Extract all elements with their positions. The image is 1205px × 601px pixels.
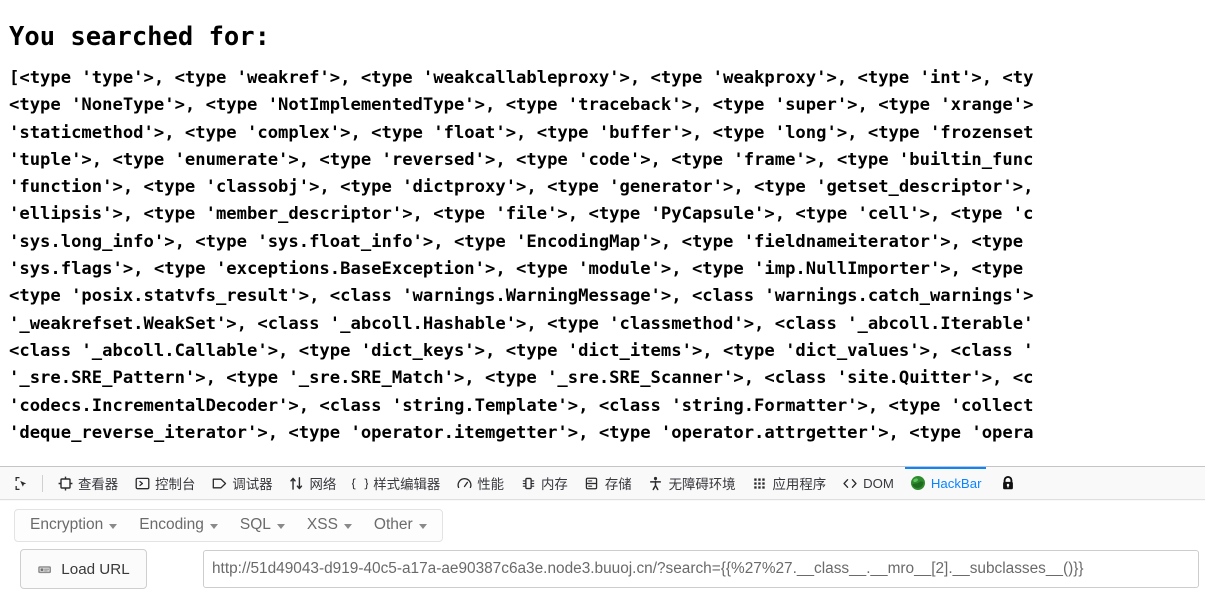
memory-icon: [520, 475, 536, 491]
performance-icon: [456, 475, 472, 491]
devtools-panel: 查看器 控制台 调试器 网络 样式编辑器 性能 内存 存储 无障碍环境 应用程序…: [0, 466, 1205, 601]
chevron-down-icon: [209, 523, 218, 529]
browser-window: You searched for: [<type 'type'>, <type …: [0, 0, 1205, 601]
chevron-down-icon: [418, 523, 427, 529]
tab-inspector-label: 查看器: [78, 478, 119, 493]
tab-hackbar[interactable]: HackBar: [902, 467, 990, 499]
hackbar-menu-row: Encryption Encoding SQL XSS Other: [0, 501, 1205, 543]
console-icon: [134, 475, 150, 491]
chevron-down-icon: [276, 523, 285, 529]
menu-encoding[interactable]: Encoding: [128, 511, 229, 540]
search-results-text: [<type 'type'>, <type 'weakref'>, <type …: [9, 68, 1034, 443]
inspector-icon: [57, 475, 73, 491]
hackbar-menu-group: Encryption Encoding SQL XSS Other: [14, 508, 443, 542]
chevron-down-icon: [343, 523, 352, 529]
menu-encryption-label: Encryption: [30, 516, 104, 533]
tab-application[interactable]: 应用程序: [744, 467, 835, 499]
lock-button[interactable]: [995, 470, 1021, 496]
page-content-area: You searched for: [<type 'type'>, <type …: [0, 0, 1205, 466]
menu-xss[interactable]: XSS: [296, 511, 363, 540]
menu-sql-label: SQL: [239, 516, 271, 533]
tab-performance-label: 性能: [477, 478, 505, 493]
svg-text:{ }: { }: [352, 477, 368, 490]
tab-network[interactable]: 网络: [281, 467, 345, 499]
element-picker-button[interactable]: [8, 469, 36, 497]
menu-other[interactable]: Other: [363, 511, 438, 540]
menu-encryption[interactable]: Encryption: [19, 511, 128, 540]
load-url-label: Load URL: [61, 560, 130, 578]
menu-xss-label: XSS: [306, 516, 338, 533]
tab-style-editor-label: 样式编辑器: [373, 478, 441, 493]
tab-console-label: 控制台: [155, 478, 196, 493]
tab-storage-label: 存储: [604, 478, 632, 493]
tab-performance[interactable]: 性能: [448, 467, 512, 499]
tab-network-label: 网络: [309, 478, 337, 493]
debugger-icon: [211, 475, 227, 491]
tab-memory[interactable]: 内存: [512, 467, 576, 499]
storage-icon: [584, 475, 600, 491]
accessibility-icon: [648, 475, 664, 491]
tab-storage[interactable]: 存储: [576, 467, 640, 499]
tab-accessibility-label: 无障碍环境: [668, 478, 736, 493]
lock-icon: [1000, 475, 1016, 491]
tab-console[interactable]: 控制台: [126, 467, 203, 499]
style-editor-icon: { }: [352, 475, 368, 491]
application-icon: [752, 475, 768, 491]
devtools-tabbar: 查看器 控制台 调试器 网络 样式编辑器 性能 内存 存储 无障碍环境 应用程序…: [0, 467, 1205, 500]
tab-memory-label: 内存: [541, 478, 568, 493]
tab-style-editor[interactable]: { } 样式编辑器: [344, 467, 448, 499]
menu-sql[interactable]: SQL: [229, 511, 296, 540]
network-icon: [289, 475, 305, 491]
tab-dom-label: DOM: [863, 475, 894, 491]
tab-debugger-label: 调试器: [232, 478, 273, 493]
chevron-down-icon: [109, 523, 118, 529]
menu-encoding-label: Encoding: [139, 516, 204, 533]
element-picker-icon: [14, 475, 30, 491]
dom-icon: [842, 475, 858, 491]
tab-hackbar-label: HackBar: [930, 475, 982, 491]
tab-inspector[interactable]: 查看器: [49, 467, 126, 499]
tab-accessibility[interactable]: 无障碍环境: [640, 467, 744, 499]
hackbar-url-row: Load URL http://51d49043-d919-40c5-a17a-…: [0, 543, 1205, 595]
tab-dom[interactable]: DOM: [834, 467, 902, 499]
hackbar-logo-icon: [910, 475, 926, 491]
load-url-icon: [37, 561, 53, 577]
tab-application-label: 应用程序: [772, 478, 827, 493]
url-input[interactable]: http://51d49043-d919-40c5-a17a-ae90387c6…: [203, 550, 1199, 588]
page-title: You searched for:: [9, 22, 270, 52]
toolbar-divider: [42, 474, 43, 492]
tab-debugger[interactable]: 调试器: [203, 467, 280, 499]
menu-other-label: Other: [373, 516, 413, 533]
url-input-value: http://51d49043-d919-40c5-a17a-ae90387c6…: [212, 560, 1084, 577]
load-url-button[interactable]: Load URL: [20, 549, 147, 589]
hackbar-panel: Encryption Encoding SQL XSS Other Load U…: [0, 501, 1205, 601]
